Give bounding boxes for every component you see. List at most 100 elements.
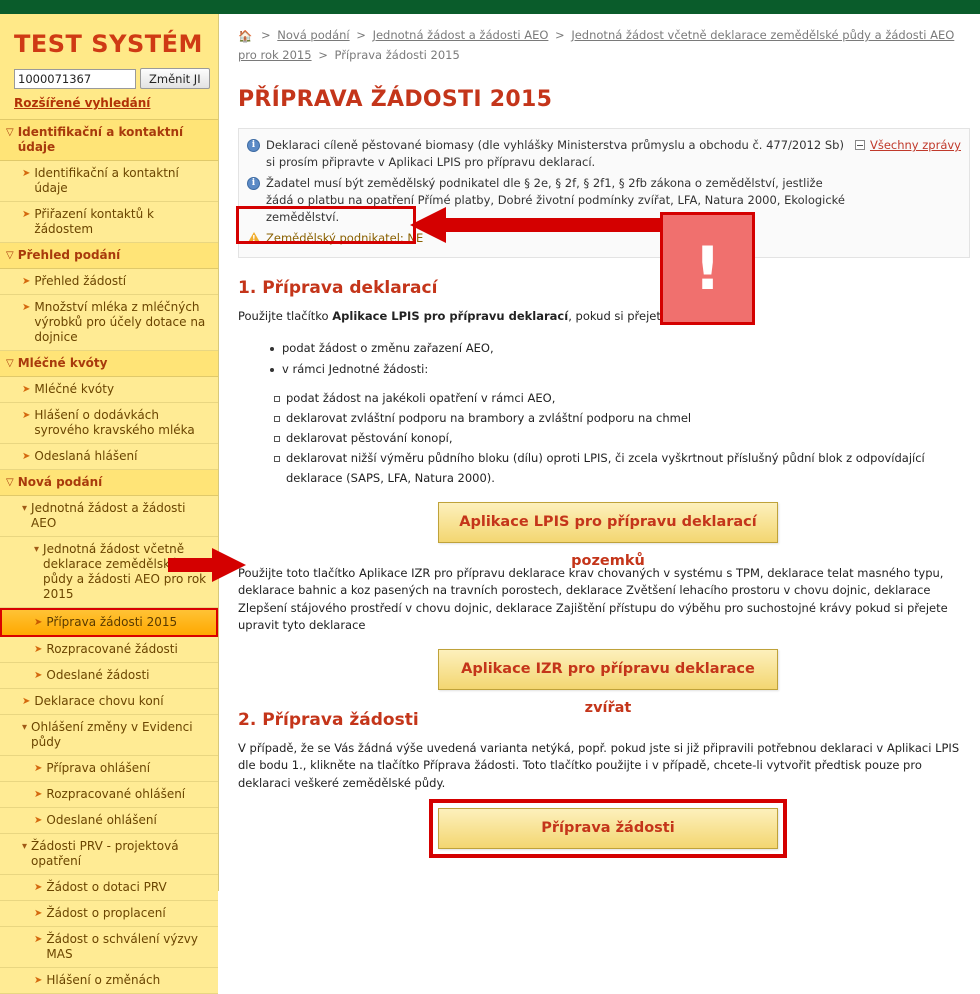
- chevron-right-icon: ➤: [34, 934, 43, 945]
- chevron-right-icon: ➤: [22, 384, 31, 395]
- breadcrumb-link-jednotna-zadost-aeo[interactable]: Jednotná žádost a žádosti AEO: [373, 28, 549, 42]
- main-content: 🏠 > Nová podání > Jednotná žádost a žádo…: [220, 14, 980, 891]
- sidebar-item-odeslane-zadosti[interactable]: ➤ Odeslané žádosti: [0, 663, 218, 689]
- sidebar-item-rozpracovane-ohlaseni[interactable]: ➤ Rozpracované ohlášení: [0, 782, 218, 808]
- chevron-right-icon: ➤: [22, 451, 31, 462]
- sidebar-item-zadosti-prv[interactable]: ▾ Žádosti PRV - projektová opatření: [0, 834, 218, 875]
- sidebar-item-mnozstvi-mleka[interactable]: ➤ Množství mléka z mléčných výrobků pro …: [0, 295, 218, 351]
- sidebar-item-label: Žádosti PRV - projektová opatření: [31, 839, 179, 868]
- sidebar-group-label: Nová podání: [17, 475, 103, 489]
- breadcrumb-link-nova-podani[interactable]: Nová podání: [277, 28, 349, 42]
- chevron-down-icon: ▾: [22, 722, 28, 733]
- list-item: podat žádost o změnu zařazení AEO,: [270, 338, 970, 359]
- list-item: podat žádost na jakékoli opatření v rámc…: [274, 388, 970, 408]
- breadcrumb-separator: >: [260, 28, 271, 42]
- sidebar-item-jednotna-zadost-a-zadosti-aeo[interactable]: ▾ Jednotná žádost a žádosti AEO: [0, 496, 218, 537]
- chevron-right-icon: ➤: [34, 670, 43, 681]
- advanced-search-link[interactable]: Rozšířené vyhledání: [0, 92, 218, 119]
- chevron-down-icon: ▽: [6, 250, 14, 261]
- chevron-right-icon: ➤: [22, 276, 31, 287]
- ji-search-input[interactable]: [14, 68, 136, 89]
- sidebar-item-label: Odeslané žádosti: [46, 668, 150, 682]
- messages-panel: Všechny zprávy i Deklaraci cíleně pěstov…: [238, 128, 970, 258]
- sidebar-item-label: Příprava ohlášení: [46, 761, 151, 775]
- sidebar-item-hlaseni-o-dodavkach[interactable]: ➤ Hlášení o dodávkách syrového kravského…: [0, 403, 218, 444]
- sidebar-item-label: Identifikační a kontaktní údaje: [34, 166, 179, 195]
- sidebar-item-odeslana-hlaseni[interactable]: ➤ Odeslaná hlášení: [0, 444, 218, 470]
- list-item: deklarovat zvláštní podporu na brambory …: [274, 408, 970, 428]
- message-row-warning: Zemědělský podnikatel: NE: [247, 230, 959, 247]
- sidebar-item-zadost-o-proplaceni[interactable]: ➤ Žádost o proplacení: [0, 901, 218, 927]
- sidebar-item-label: Přehled žádostí: [34, 274, 127, 288]
- section-1-sub-bullet-list: podat žádost na jakékoli opatření v rámc…: [238, 388, 970, 488]
- all-messages-toggle[interactable]: Všechny zprávy: [854, 138, 961, 152]
- warning-icon: [247, 232, 261, 244]
- list-item: deklarovat nižší výměru půdního bloku (d…: [274, 448, 970, 488]
- sidebar-item-label: Ohlášení změny v Evidenci půdy: [31, 720, 193, 749]
- chevron-right-icon: ➤: [22, 410, 31, 421]
- sidebar-group-label: Identifikační a kontaktní údaje: [17, 125, 184, 154]
- intro-suffix: , pokud si přejete:: [568, 309, 672, 323]
- message-row: i Žadatel musí být zemědělský podnikatel…: [247, 175, 959, 226]
- sidebar-item-label: Příprava žádosti 2015: [46, 615, 178, 629]
- sidebar-item-priprava-ohlaseni[interactable]: ➤ Příprava ohlášení: [0, 756, 218, 782]
- sidebar-group-prehled-podani[interactable]: ▽ Přehled podání: [0, 243, 218, 269]
- prepare-request-button[interactable]: Příprava žádosti: [438, 808, 778, 849]
- breadcrumb-separator: >: [555, 28, 565, 42]
- sidebar-item-label: Odeslaná hlášení: [34, 449, 138, 463]
- intro-prefix: Použijte tlačítko: [238, 309, 333, 323]
- sidebar-item-deklarace-chovu-koni[interactable]: ➤ Deklarace chovu koní: [0, 689, 218, 715]
- chevron-right-icon: ➤: [34, 908, 43, 919]
- breadcrumb: 🏠 > Nová podání > Jednotná žádost a žádo…: [238, 26, 970, 65]
- all-messages-link[interactable]: Všechny zprávy: [870, 138, 961, 152]
- info-icon: i: [247, 139, 260, 152]
- chevron-right-icon: ➤: [34, 815, 43, 826]
- sidebar-group-identifikacni-udaje[interactable]: ▽ Identifikační a kontaktní údaje: [0, 120, 218, 161]
- chevron-down-icon: ▽: [6, 127, 14, 138]
- sidebar-item-ohlaseni-zmeny-evidence-pudy[interactable]: ▾ Ohlášení změny v Evidenci půdy: [0, 715, 218, 756]
- chevron-right-icon: ➤: [34, 789, 43, 800]
- chevron-down-icon: ▾: [22, 503, 28, 514]
- annotation-exclamation-box: !: [660, 212, 755, 325]
- sidebar-item-priprava-zadosti-2015[interactable]: ➤ Příprava žádosti 2015: [0, 608, 218, 637]
- sidebar-item-label: Rozpracované žádosti: [46, 642, 178, 656]
- sidebar-item-label: Žádost o proplacení: [46, 906, 166, 920]
- sidebar-item-identifikacni-a-kontaktni-udaje[interactable]: ➤ Identifikační a kontaktní údaje: [0, 161, 218, 202]
- chevron-right-icon: ➤: [22, 168, 31, 179]
- home-icon[interactable]: 🏠: [238, 27, 252, 46]
- sidebar-item-prehled-zadosti[interactable]: ➤ Přehled žádostí: [0, 269, 218, 295]
- sidebar-item-hlaseni-o-zmenach[interactable]: ➤ Hlášení o změnách: [0, 968, 218, 994]
- chevron-right-icon: ➤: [34, 617, 43, 628]
- sidebar-item-label: Deklarace chovu koní: [34, 694, 164, 708]
- sidebar-group-nova-podani[interactable]: ▽ Nová podání: [0, 470, 218, 496]
- change-ji-button[interactable]: Změnit JI: [140, 68, 210, 89]
- breadcrumb-separator: >: [356, 28, 366, 42]
- sidebar-item-label: Odeslané ohlášení: [46, 813, 157, 827]
- sidebar-group-label: Mléčné kvóty: [17, 356, 108, 370]
- sidebar-item-rozpracovane-zadosti[interactable]: ➤ Rozpracované žádosti: [0, 637, 218, 663]
- izr-application-button[interactable]: Aplikace IZR pro přípravu deklarace zvíř…: [438, 648, 778, 716]
- sidebar-item-zadost-o-schvaleni-vyzvy-mas[interactable]: ➤ Žádost o schválení výzvy MAS: [0, 927, 218, 968]
- sidebar-item-mlecne-kvoty[interactable]: ➤ Mléčné kvóty: [0, 377, 218, 403]
- sidebar-item-label: Mléčné kvóty: [34, 382, 115, 396]
- message-text: Zemědělský podnikatel: NE: [266, 231, 424, 245]
- section-1-bullet-list: podat žádost o změnu zařazení AEO, v rám…: [238, 338, 970, 380]
- chevron-right-icon: ➤: [34, 644, 43, 655]
- message-text: Deklaraci cíleně pěstované biomasy (dle …: [266, 138, 844, 169]
- collapse-minus-icon[interactable]: [854, 140, 865, 150]
- section-2-paragraph: V případě, že se Vás žádná výše uvedená …: [238, 740, 960, 790]
- sidebar-group-mlecne-kvoty[interactable]: ▽ Mléčné kvóty: [0, 351, 218, 377]
- section-1-izr-paragraph: Použijte toto tlačítko Aplikace IZR pro …: [238, 565, 948, 633]
- sidebar-item-jednotna-zadost-2015[interactable]: ▾ Jednotná žádost včetně deklarace zeměd…: [0, 537, 218, 608]
- sidebar-item-zadost-o-dotaci-prv[interactable]: ➤ Žádost o dotaci PRV: [0, 875, 218, 901]
- top-green-bar: [0, 0, 980, 14]
- intro-bold: Aplikace LPIS pro přípravu deklarací: [332, 309, 569, 323]
- sidebar-item-label: Jednotná žádost včetně deklarace zeměděl…: [43, 542, 207, 601]
- sidebar-group-label: Přehled podání: [17, 248, 121, 262]
- chevron-down-icon: ▾: [22, 841, 28, 852]
- sidebar-item-odeslane-ohlaseni[interactable]: ➤ Odeslané ohlášení: [0, 808, 218, 834]
- lpis-application-button[interactable]: Aplikace LPIS pro přípravu deklarací poz…: [438, 501, 778, 569]
- sidebar-item-prirazeni-kontaktu[interactable]: ➤ Přiřazení kontaktů k žádostem: [0, 202, 218, 243]
- breadcrumb-separator: >: [318, 48, 328, 62]
- sidebar-nav: ▽ Identifikační a kontaktní údaje ➤ Iden…: [0, 119, 218, 994]
